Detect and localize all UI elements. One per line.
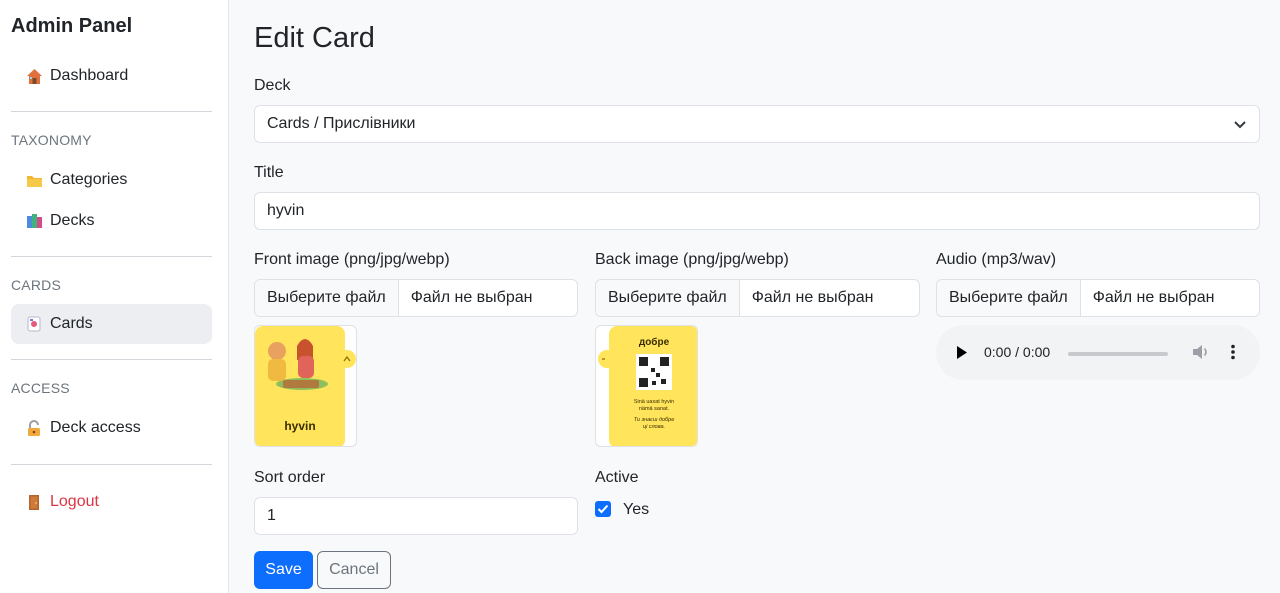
volume-icon[interactable] bbox=[1192, 344, 1210, 365]
nav-categories-label: Categories bbox=[50, 171, 128, 188]
house-icon bbox=[25, 67, 43, 85]
audio-player: 0:00 / 0:00 bbox=[936, 325, 1260, 380]
back-line-3: Ти знаєш добре bbox=[634, 417, 675, 423]
page-title: Edit Card bbox=[254, 22, 375, 54]
front-image-input[interactable]: Выберите файл Файл не выбран bbox=[254, 279, 578, 317]
title-input[interactable]: hyvin bbox=[254, 192, 1260, 230]
title-label: Title bbox=[254, 164, 284, 181]
back-file-status: Файл не выбран bbox=[751, 289, 874, 306]
nav-logout-label: Logout bbox=[50, 493, 99, 510]
back-card-word: добре bbox=[639, 336, 670, 348]
deck-select[interactable]: Cards / Прислівники bbox=[254, 105, 1260, 143]
checkmark-icon bbox=[597, 504, 609, 514]
back-card-illustration: добре Sinä uaxat hyvin nämä sanat. Ти зн… bbox=[598, 326, 697, 446]
audio-choose-file-button[interactable]: Выберите файл bbox=[937, 280, 1081, 316]
main-content: Edit Card Deck Cards / Прислівники Title… bbox=[230, 0, 1280, 593]
back-image-input[interactable]: Выберите файл Файл не выбран bbox=[595, 279, 920, 317]
nav-deck-access[interactable]: Deck access bbox=[11, 408, 212, 448]
nav-dashboard-label: Dashboard bbox=[50, 67, 129, 84]
nav-categories[interactable]: Categories bbox=[11, 160, 212, 200]
sort-order-value: 1 bbox=[267, 507, 276, 524]
save-button[interactable]: Save bbox=[254, 551, 313, 589]
nav-deck-access-label: Deck access bbox=[50, 419, 141, 436]
front-card-word: hyvin bbox=[284, 419, 315, 433]
card-icon bbox=[25, 315, 43, 333]
nav-logout[interactable]: Logout bbox=[11, 482, 212, 522]
audio-time: 0:00 / 0:00 bbox=[984, 344, 1051, 360]
nav-decks-label: Decks bbox=[50, 212, 95, 229]
audio-progress-track[interactable] bbox=[1068, 352, 1168, 356]
cancel-button[interactable]: Cancel bbox=[317, 551, 391, 589]
play-icon[interactable] bbox=[956, 346, 968, 364]
back-line-4: ці слова. bbox=[643, 424, 665, 430]
sidebar: Admin Panel Dashboard TAXONOMY Categorie… bbox=[0, 0, 229, 593]
back-line-1: Sinä uaxat hyvin bbox=[634, 399, 674, 405]
back-image-label: Back image (png/jpg/webp) bbox=[595, 251, 789, 268]
deck-select-value: Cards / Прислівники bbox=[267, 115, 416, 132]
divider bbox=[11, 359, 212, 360]
nav-cards-label: Cards bbox=[50, 315, 93, 332]
active-checkbox-label[interactable]: Yes bbox=[623, 501, 649, 519]
section-access: ACCESS bbox=[11, 380, 70, 396]
audio-input[interactable]: Выберите файл Файл не выбран bbox=[936, 279, 1260, 317]
front-file-status: Файл не выбран bbox=[410, 289, 533, 306]
back-line-2: nämä sanat. bbox=[639, 406, 670, 412]
lock-icon bbox=[25, 419, 43, 437]
active-label: Active bbox=[595, 469, 639, 486]
section-taxonomy: TAXONOMY bbox=[11, 132, 92, 148]
audio-file-status: Файл не выбран bbox=[1092, 289, 1215, 306]
sort-order-input[interactable]: 1 bbox=[254, 497, 578, 535]
nav-cards[interactable]: Cards bbox=[11, 304, 212, 344]
front-choose-file-button[interactable]: Выберите файл bbox=[255, 280, 399, 316]
divider bbox=[11, 464, 212, 465]
back-image-preview: добре Sinä uaxat hyvin nämä sanat. Ти зн… bbox=[595, 325, 698, 447]
nav-decks[interactable]: Decks bbox=[11, 201, 212, 241]
books-icon bbox=[25, 212, 43, 230]
title-input-value: hyvin bbox=[267, 202, 305, 219]
chevron-down-icon bbox=[1233, 117, 1247, 131]
folder-icon bbox=[25, 171, 43, 189]
divider bbox=[11, 256, 212, 257]
audio-label: Audio (mp3/wav) bbox=[936, 251, 1057, 268]
divider bbox=[11, 111, 212, 112]
front-image-preview: hyvin bbox=[254, 325, 357, 447]
brand-title: Admin Panel bbox=[11, 15, 133, 37]
sort-order-label: Sort order bbox=[254, 469, 326, 486]
front-card-illustration: hyvin bbox=[255, 326, 356, 446]
active-checkbox[interactable] bbox=[595, 501, 611, 517]
section-cards: CARDS bbox=[11, 277, 62, 293]
nav-dashboard[interactable]: Dashboard bbox=[11, 56, 212, 96]
deck-label: Deck bbox=[254, 77, 291, 94]
back-choose-file-button[interactable]: Выберите файл bbox=[596, 280, 740, 316]
more-options-icon[interactable] bbox=[1230, 344, 1236, 365]
front-image-label: Front image (png/jpg/webp) bbox=[254, 251, 450, 268]
door-icon bbox=[25, 493, 43, 511]
